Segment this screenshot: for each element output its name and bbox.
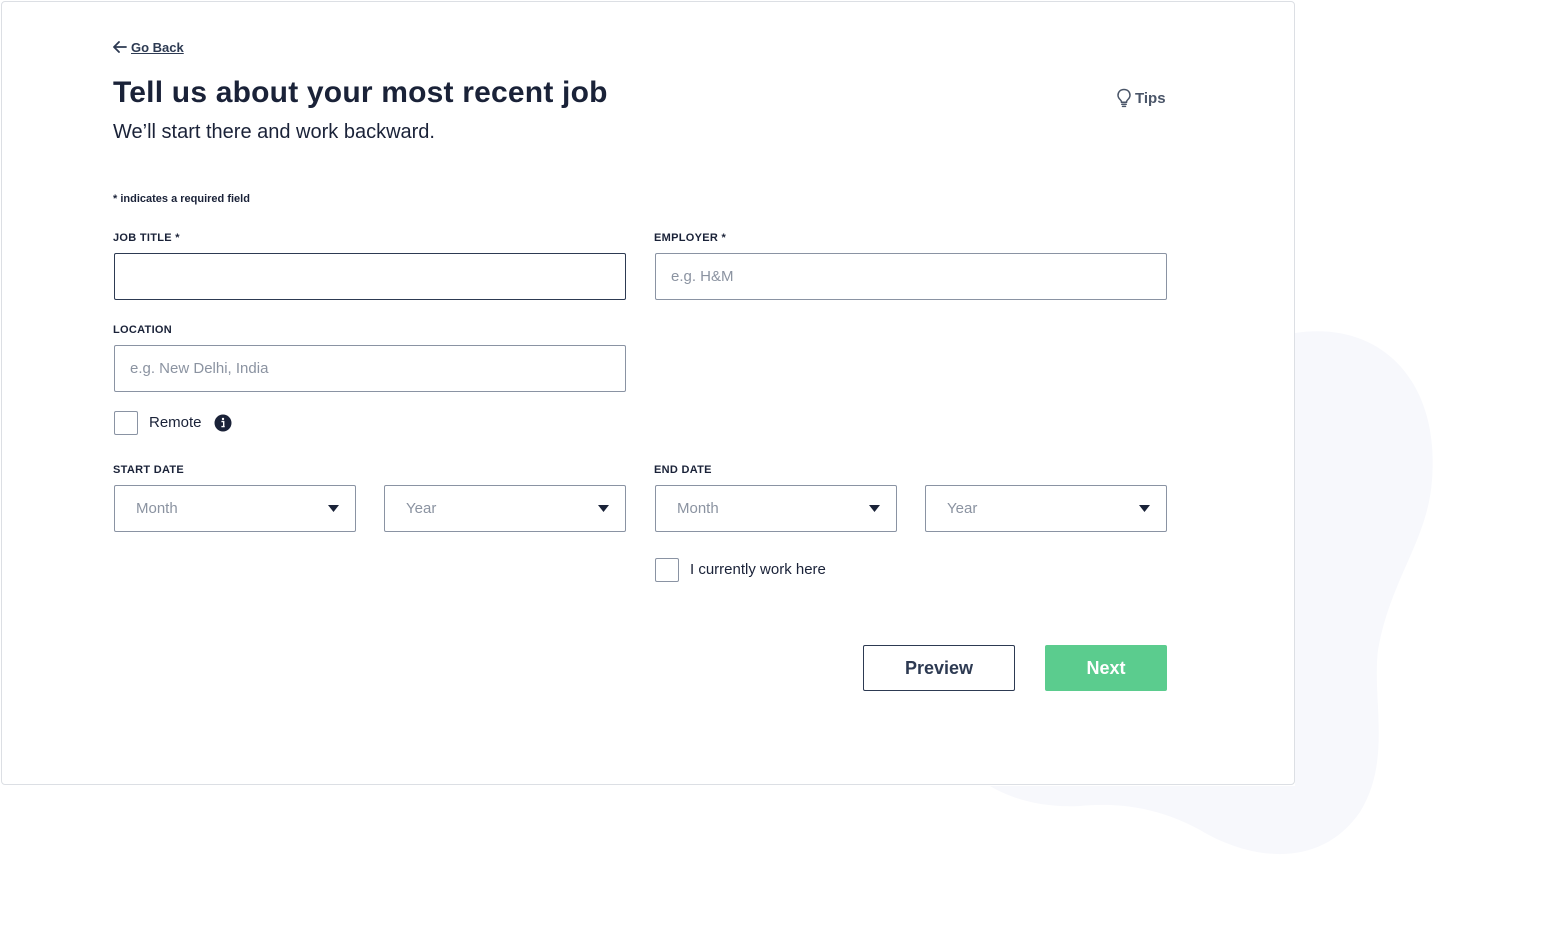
start-year-value: Year — [406, 500, 437, 517]
caret-down-icon — [1139, 505, 1150, 512]
required-field-note: * indicates a required field — [113, 193, 250, 205]
end-month-select[interactable]: Month — [655, 485, 897, 532]
end-year-select[interactable]: Year — [925, 485, 1167, 532]
info-icon[interactable] — [214, 414, 232, 432]
page-subtitle: We’ll start there and work backward. — [113, 121, 435, 143]
end-month-value: Month — [677, 500, 719, 517]
arrow-left-icon — [113, 41, 127, 53]
next-button[interactable]: Next — [1045, 645, 1167, 691]
start-year-select[interactable]: Year — [384, 485, 626, 532]
employer-label: EMPLOYER * — [654, 232, 727, 244]
current-job-label[interactable]: I currently work here — [690, 561, 826, 578]
start-month-value: Month — [136, 500, 178, 517]
current-job-checkbox[interactable] — [655, 558, 679, 582]
job-title-input[interactable] — [114, 253, 626, 300]
end-date-label: END DATE — [654, 464, 712, 476]
start-month-select[interactable]: Month — [114, 485, 356, 532]
remote-checkbox[interactable] — [114, 411, 138, 435]
go-back-label[interactable]: Go Back — [131, 40, 184, 55]
remote-label[interactable]: Remote — [149, 414, 202, 431]
location-label: LOCATION — [113, 324, 173, 336]
employer-input[interactable] — [655, 253, 1167, 300]
preview-button[interactable]: Preview — [863, 645, 1015, 691]
tips-label[interactable]: Tips — [1135, 90, 1166, 107]
end-year-value: Year — [947, 500, 978, 517]
tips-button[interactable]: Tips — [1116, 88, 1166, 108]
job-title-label: JOB TITLE * — [113, 232, 180, 244]
go-back-link[interactable]: Go Back — [113, 38, 184, 56]
lightbulb-icon — [1117, 88, 1131, 108]
start-date-label: START DATE — [113, 464, 185, 476]
location-input[interactable] — [114, 345, 626, 392]
caret-down-icon — [598, 505, 609, 512]
caret-down-icon — [328, 505, 339, 512]
caret-down-icon — [869, 505, 880, 512]
page-title: Tell us about your most recent job — [113, 76, 608, 109]
